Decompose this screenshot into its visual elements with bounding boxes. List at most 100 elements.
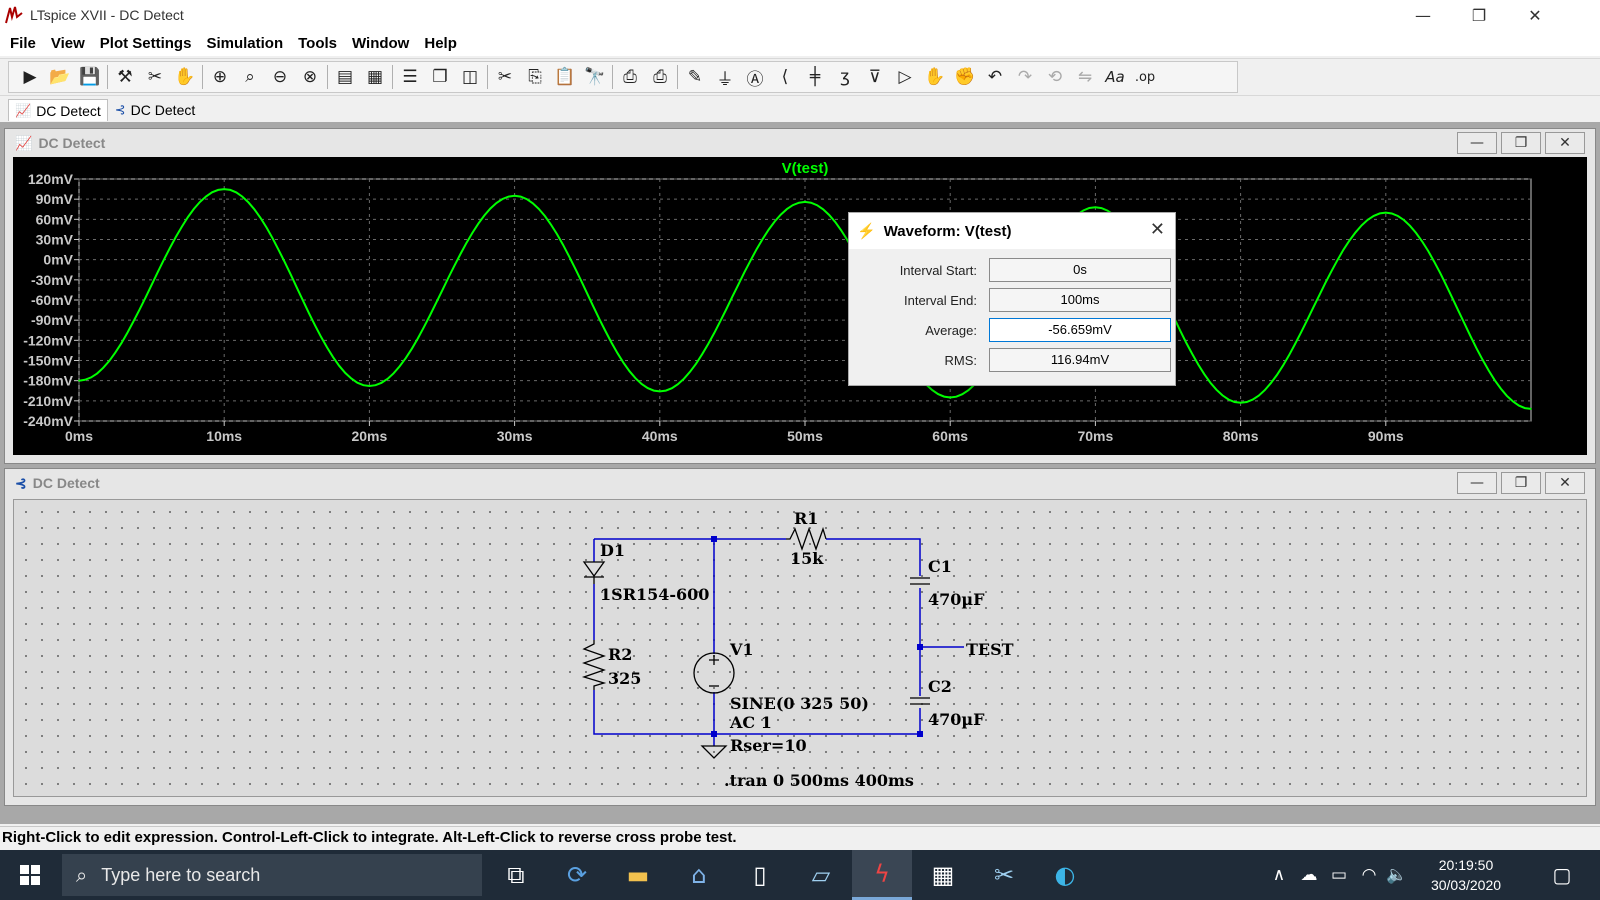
zoom-area-icon[interactable]: ⌕: [235, 63, 265, 91]
c2-value[interactable]: 470µF: [928, 710, 985, 729]
spice-directive[interactable]: .tran 0 500ms 400ms: [724, 771, 914, 790]
rotate-icon[interactable]: ⟲: [1040, 63, 1070, 91]
r2-value[interactable]: 325: [608, 669, 641, 688]
schematic-canvas[interactable]: D1 1SR154-600 R1 15k R2 325 C1 470µF C2 …: [13, 499, 1587, 797]
task-view-icon[interactable]: ⧉: [486, 850, 546, 900]
wifi-icon[interactable]: ◠: [1356, 850, 1382, 900]
menu-view[interactable]: View: [45, 35, 94, 52]
copy-icon[interactable]: ⎘: [520, 63, 550, 91]
menu-tools[interactable]: Tools: [292, 35, 346, 52]
c1-value[interactable]: 470µF: [928, 590, 985, 609]
interval-start-field[interactable]: 0s: [989, 258, 1171, 282]
close-button[interactable]: ✕: [1545, 472, 1585, 494]
drag-icon[interactable]: ✊: [950, 63, 980, 91]
autorange-icon[interactable]: ▤: [330, 63, 360, 91]
interval-end-field[interactable]: 100ms: [989, 288, 1171, 312]
diode-d1[interactable]: [582, 561, 606, 584]
notifications-icon[interactable]: ▢: [1542, 850, 1582, 900]
r1-value[interactable]: 15k: [790, 549, 824, 568]
inductor-icon[interactable]: ʒ: [830, 63, 860, 91]
ltspice-icon[interactable]: ϟ: [852, 850, 912, 900]
v1-value-line2[interactable]: AC 1: [729, 713, 772, 732]
open-icon[interactable]: 📂: [45, 63, 75, 91]
minimize-button[interactable]: —: [1457, 472, 1497, 494]
file-explorer-icon[interactable]: ▬: [608, 850, 668, 900]
onedrive-icon[interactable]: ☁: [1296, 850, 1322, 900]
find-icon[interactable]: 🔭: [580, 63, 610, 91]
sync-icon[interactable]: ⟳: [547, 850, 607, 900]
plot-pane[interactable]: 120mV 90mV 60mV 30mV 0mV -30mV -60mV -90mV -120m…: [13, 157, 1587, 455]
net-label-test[interactable]: TEST: [966, 640, 1014, 659]
d1-label[interactable]: D1: [600, 541, 625, 560]
bank-icon[interactable]: ⌂: [669, 850, 729, 900]
rms-field[interactable]: 116.94mV: [989, 348, 1171, 372]
pan-icon[interactable]: ✋: [170, 63, 200, 91]
d1-value[interactable]: 1SR154-600: [600, 585, 709, 604]
restore-button[interactable]: ❐: [1456, 0, 1502, 30]
redo-icon[interactable]: ↷: [1010, 63, 1040, 91]
wire[interactable]: [826, 538, 921, 576]
tile-horizontal-icon[interactable]: ☰: [395, 63, 425, 91]
menu-plot-settings[interactable]: Plot Settings: [94, 35, 201, 52]
r2-label[interactable]: R2: [608, 645, 632, 664]
capacitor-icon[interactable]: ╪: [800, 63, 830, 91]
minimize-button[interactable]: —: [1400, 0, 1446, 30]
close-button[interactable]: ✕: [1512, 0, 1558, 30]
v1-value-line3[interactable]: Rser=10: [730, 736, 807, 755]
diode-icon[interactable]: ⊽: [860, 63, 890, 91]
undo-icon[interactable]: ↶: [980, 63, 1010, 91]
run-icon[interactable]: ▶: [15, 63, 45, 91]
menu-help[interactable]: Help: [418, 35, 466, 52]
schematic-drawing[interactable]: D1 1SR154-600 R1 15k R2 325 C1 470µF C2 …: [14, 500, 1588, 798]
save-icon[interactable]: 💾: [75, 63, 105, 91]
capacitor-c1[interactable]: [910, 577, 930, 585]
minimize-button[interactable]: —: [1457, 132, 1497, 154]
waveform-chart[interactable]: 120mV 90mV 60mV 30mV 0mV -30mV -60mV -90mV -120m…: [13, 157, 1587, 455]
menu-window[interactable]: Window: [346, 35, 418, 52]
halt-icon[interactable]: ✂: [140, 63, 170, 91]
c2-label[interactable]: C2: [928, 677, 952, 696]
draw-wire-icon[interactable]: ✎: [680, 63, 710, 91]
show-hidden-icons-icon[interactable]: ∧: [1266, 850, 1292, 900]
cut-icon[interactable]: ✂: [490, 63, 520, 91]
tile-vertical-icon[interactable]: ◫: [455, 63, 485, 91]
control-panel-icon[interactable]: ⚒: [110, 63, 140, 91]
capacitor-c2[interactable]: [910, 697, 930, 705]
zoom-cancel-icon[interactable]: ⊗: [295, 63, 325, 91]
volume-icon[interactable]: 🔈: [1384, 850, 1410, 900]
maximize-button[interactable]: ❐: [1501, 132, 1541, 154]
zoom-out-icon[interactable]: ⊖: [265, 63, 295, 91]
v1-label[interactable]: V1: [729, 640, 754, 659]
menu-file[interactable]: File: [4, 35, 45, 52]
taskbar-search[interactable]: ⌕ Type here to search: [62, 854, 482, 896]
component-icon[interactable]: ▷: [890, 63, 920, 91]
edge-icon[interactable]: ◐: [1035, 850, 1095, 900]
resistor-r1[interactable]: [786, 526, 827, 551]
average-field[interactable]: -56.659mV: [989, 318, 1171, 342]
spice-directive-icon[interactable]: .op: [1130, 63, 1160, 91]
voltage-source-v1[interactable]: [693, 652, 735, 694]
print-setup-icon[interactable]: ⎙: [645, 63, 675, 91]
zoom-in-icon[interactable]: ⊕: [205, 63, 235, 91]
paste-icon[interactable]: 📋: [550, 63, 580, 91]
resistor-r2[interactable]: [581, 640, 607, 690]
print-icon[interactable]: ⎙: [615, 63, 645, 91]
label-net-icon[interactable]: Ⓐ: [740, 63, 770, 91]
menu-simulation[interactable]: Simulation: [200, 35, 292, 52]
tab-schematic[interactable]: ⊰ DC Detect: [108, 99, 202, 121]
c1-label[interactable]: C1: [928, 557, 952, 576]
close-button[interactable]: ✕: [1545, 132, 1585, 154]
text-icon[interactable]: Aa: [1100, 63, 1130, 91]
snipping-tool-icon[interactable]: ✂: [974, 850, 1034, 900]
ground-icon[interactable]: ⏚: [710, 63, 740, 91]
move-icon[interactable]: ✋: [920, 63, 950, 91]
r1-label[interactable]: R1: [794, 509, 818, 528]
tab-waveform[interactable]: 📈 DC Detect: [8, 99, 108, 121]
cascade-icon[interactable]: ❐: [425, 63, 455, 91]
resistor-icon[interactable]: ⟨: [770, 63, 800, 91]
dialog-close-button[interactable]: ✕: [1150, 219, 1165, 240]
start-button[interactable]: [0, 850, 60, 900]
mirror-icon[interactable]: ⇋: [1070, 63, 1100, 91]
v1-value-line1[interactable]: SINE(0 325 50): [730, 694, 869, 713]
maximize-button[interactable]: ❐: [1501, 472, 1541, 494]
